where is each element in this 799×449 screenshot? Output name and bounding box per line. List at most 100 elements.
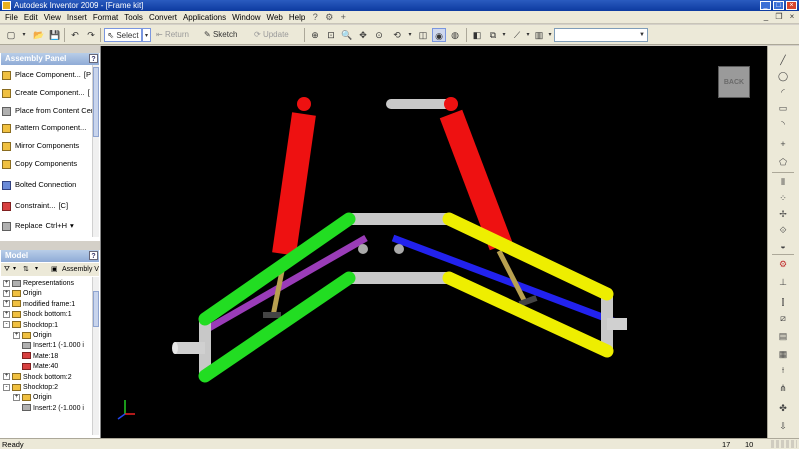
select-dropdown-icon[interactable]: ▾ [142,28,151,42]
collapse-icon[interactable]: - [3,383,10,391]
parameters-icon[interactable]: ▤ [774,330,792,342]
analysis-icon[interactable]: ⋔ [774,382,792,394]
maximize-button[interactable]: □ [773,1,784,10]
tree-item[interactable]: + Origin [13,331,52,341]
tree-item[interactable]: Mate:40 [13,362,58,372]
return-button[interactable]: ⇤ Return [156,28,198,42]
offset-tool-icon[interactable]: ⟐ [774,224,792,236]
expand-icon[interactable]: + [13,394,20,402]
create-component-item[interactable]: Create Component...[ [0,86,92,100]
pattern-tool-icon[interactable]: ⁘ [774,192,792,204]
find-icon[interactable]: ⇅ [23,263,29,276]
move-tool-icon[interactable]: ✢ [774,208,792,220]
place-from-content-center-item[interactable]: Place from Content Cen [0,104,92,118]
table-icon[interactable]: ▦ [774,348,792,360]
minimize-button[interactable]: _ [760,1,771,10]
camera-icon[interactable]: ◧ [470,28,484,42]
update-button[interactable]: ⟳ Update [254,28,302,42]
tree-item[interactable]: + Origin [13,393,52,403]
rotate-dropdown-icon[interactable]: ▾ [406,28,414,42]
tree-item[interactable]: + Shock bottom:2 [3,373,72,383]
arc-icon[interactable]: ◜ [774,86,792,98]
assembly-view-dropdown[interactable]: Assembly V [62,263,99,276]
zoom-icon[interactable]: 🔍 [340,28,354,42]
graphics-viewport[interactable]: BACK [100,46,767,438]
color-style-icon[interactable]: ▥ [532,28,546,42]
tree-item[interactable]: - Shocktop:1 [3,321,58,331]
color-style-dropdown-icon[interactable]: ▾ [546,28,554,42]
view-style-icon[interactable]: ⧉ [486,28,500,42]
redo-icon[interactable]: ↷ [84,28,98,42]
menu-format[interactable]: Format [90,11,121,24]
shaded-display-icon[interactable]: ◉ [432,28,446,42]
measure-icon[interactable]: ⟊ [774,364,792,376]
replace-item[interactable]: Replace Ctrl+H ▾ [0,219,92,233]
tree-item[interactable]: Insert:2 (-1.000 i [13,404,84,414]
doc-minimize-button[interactable]: _ [761,12,771,22]
replace-dropdown-icon[interactable]: ▾ [70,221,74,230]
tree-item[interactable]: + Shock bottom:1 [3,310,72,320]
resize-grip[interactable] [771,440,797,448]
rotate-icon[interactable]: ⟲ [390,28,404,42]
expand-icon[interactable]: + [3,279,10,287]
line-icon[interactable]: ╱ [774,54,792,66]
tree-item[interactable]: + Representations [3,279,74,289]
rectangle-icon[interactable]: ▭ [774,102,792,114]
close-button[interactable]: × [786,1,797,10]
expand-icon[interactable]: + [3,300,10,308]
filter-icon[interactable]: ⛛ [4,263,10,276]
tree-item[interactable]: + modified frame:1 [3,300,75,310]
doc-close-button[interactable]: × [787,12,797,22]
bolted-connection-item[interactable]: Bolted Connection [0,178,92,192]
menu-file[interactable]: File [2,11,21,24]
collapse-icon[interactable]: - [3,321,10,329]
menu-tools[interactable]: Tools [121,11,146,24]
new-icon[interactable]: ▢ [4,28,18,42]
project-tool-icon[interactable]: ◒ [774,240,792,252]
scrollbar-thumb[interactable] [93,67,99,137]
doc-restore-button[interactable]: ❐ [774,12,784,22]
zoom-all-icon[interactable]: ⊕ [308,28,322,42]
open-icon[interactable]: 📂 [32,28,46,42]
find-dropdown-icon[interactable]: ▾ [35,263,38,276]
section-dropdown-icon[interactable]: ▾ [524,28,532,42]
view-style-dropdown-icon[interactable]: ▾ [500,28,508,42]
chevron-down-icon[interactable]: ▼ [637,29,647,41]
tree-item[interactable]: Insert:1 (-1.000 i [13,341,84,351]
model-tree-scrollbar[interactable] [92,277,99,435]
trim-icon[interactable]: ⧄ [774,312,792,324]
menu-edit[interactable]: Edit [21,11,41,24]
more-tools-icon[interactable]: ⇩ [774,420,792,432]
model-browser-header[interactable]: Model ? [1,250,99,262]
help-topics-icon[interactable]: ? [310,12,320,22]
add-icon[interactable]: + [338,12,348,22]
look-at-icon[interactable]: ◫ [416,28,430,42]
polygon-icon[interactable]: ⬠ [774,156,792,168]
undo-icon[interactable]: ↶ [68,28,82,42]
viewcube[interactable]: BACK [718,66,750,98]
zoom-selected-icon[interactable]: ⊙ [372,28,386,42]
dimension-icon[interactable]: ⊥ [774,276,792,288]
settings-icon[interactable]: ⚙ [324,12,334,22]
help-icon[interactable]: ? [89,54,98,63]
display-mode-icon[interactable]: ◍ [448,28,462,42]
save-icon[interactable]: 💾 [48,28,62,42]
menu-window[interactable]: Window [229,11,263,24]
filter-dropdown-icon[interactable]: ▾ [13,263,16,276]
menu-insert[interactable]: Insert [64,11,90,24]
scrollbar-thumb[interactable] [93,291,99,327]
help-icon[interactable]: ? [89,251,98,260]
place-component-item[interactable]: Place Component... [P [0,68,92,82]
tree-item[interactable]: Mate:18 [13,352,58,362]
assembly-panel-header[interactable]: Assembly Panel ? [1,53,99,65]
point-icon[interactable]: + [774,138,792,150]
assembly-panel-scrollbar[interactable] [92,65,99,237]
constraint-red-icon[interactable]: ⚙ [774,258,792,270]
new-dropdown-icon[interactable]: ▾ [20,28,28,42]
menu-help[interactable]: Help [286,11,308,24]
constraint-item[interactable]: Constraint... [C] [0,199,92,213]
expand-icon[interactable]: + [13,331,20,339]
select-button[interactable]: ⇖ Select [104,28,142,42]
tree-item[interactable]: - Shocktop:2 [3,383,58,393]
mirror-tool-icon[interactable]: ⫿ [774,296,792,308]
